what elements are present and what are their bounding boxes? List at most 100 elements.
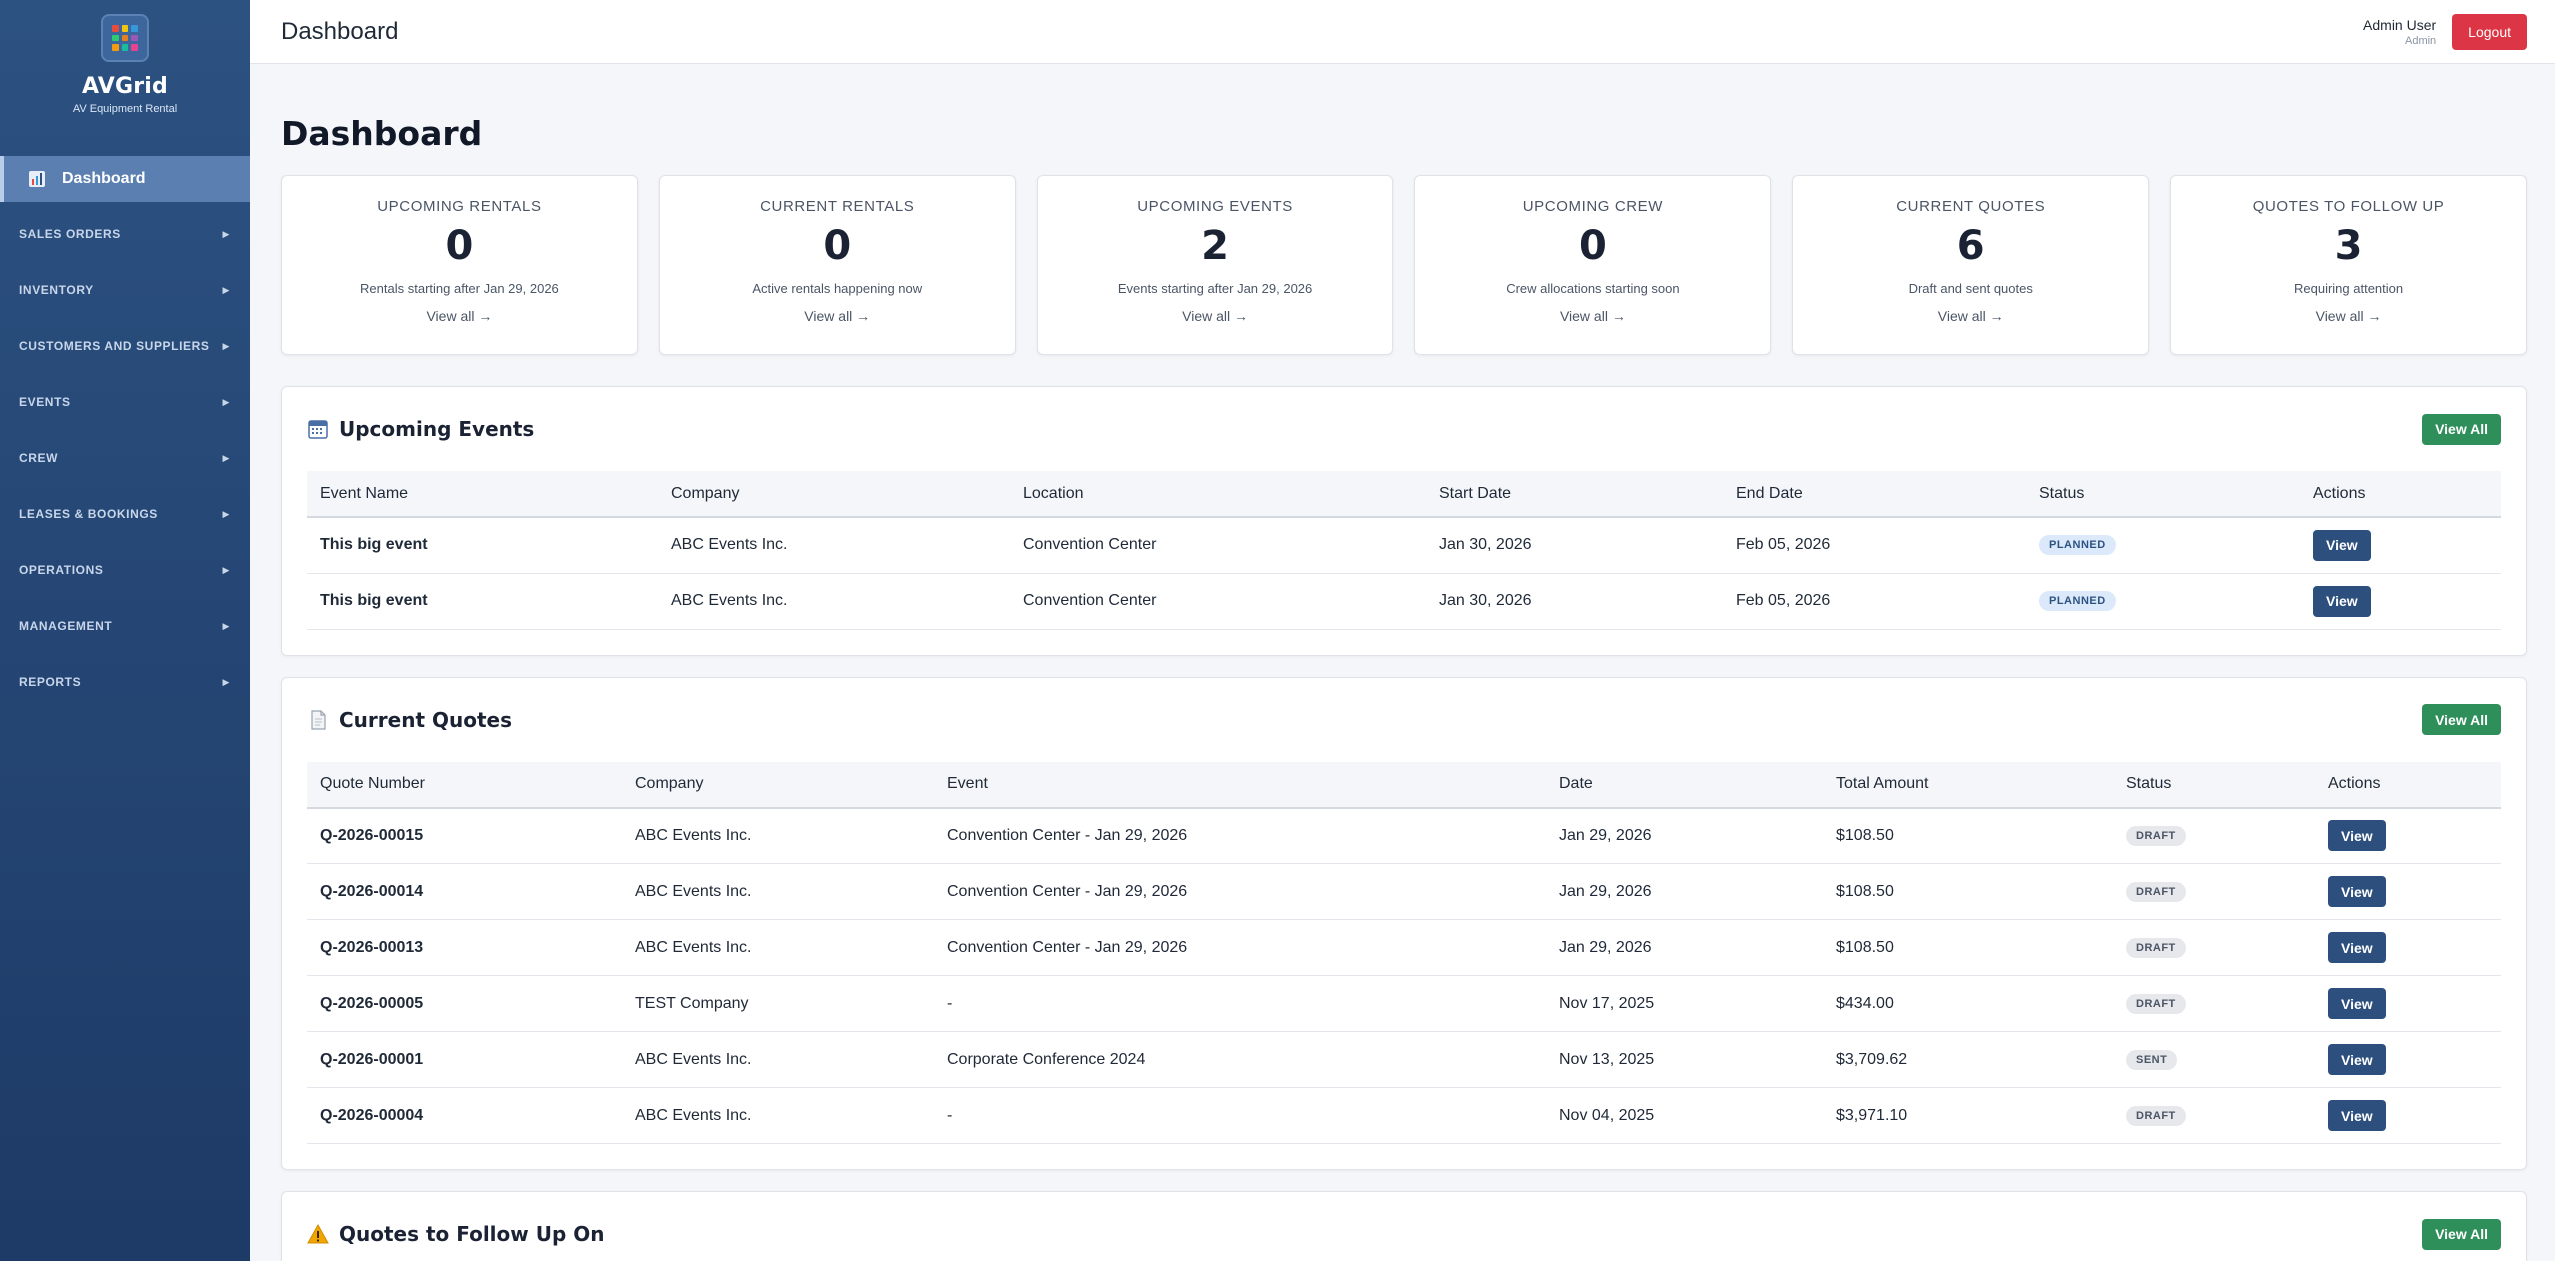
stat-value: 0 (1578, 223, 1607, 269)
event-status: PLANNED (2026, 573, 2300, 630)
table-row: Q-2026-00013 ABC Events Inc. Convention Ce… (307, 919, 2501, 976)
brand-name: AVGrid (82, 74, 168, 99)
status-badge: DRAFT (2126, 937, 2186, 958)
event-end-date: Feb 05, 2026 (1723, 517, 2026, 574)
quote-actions: View (2315, 807, 2501, 864)
panel-title: Upcoming Events (339, 417, 535, 441)
quote-number: Q-2026-00014 (307, 863, 622, 920)
sidebar-item-operations[interactable]: OPERATIONS ▶ (0, 542, 250, 598)
logout-button[interactable]: Logout (2452, 13, 2527, 50)
column-header: Company (658, 471, 1010, 518)
quote-date: Jan 29, 2026 (1546, 863, 1823, 920)
event-name: This big event (307, 573, 658, 630)
column-header: Event Name (307, 471, 658, 518)
stat-card: UPCOMING RENTALS 0 Rentals starting after … (281, 175, 638, 355)
view-event-button[interactable]: View (2313, 529, 2371, 561)
quote-status: DRAFT (2113, 863, 2315, 920)
column-header: Total Amount (1823, 761, 2113, 809)
stat-label: CURRENT RENTALS (760, 198, 915, 215)
stat-card: CURRENT QUOTES 6 Draft and sent quotes View… (1792, 175, 2150, 355)
user-name: Admin User (2363, 16, 2437, 33)
logo-square (121, 44, 129, 51)
caret-right-icon: ▶ (222, 340, 230, 351)
current-quotes-panel: Current Quotes View All Quote Number Comp… (281, 676, 2527, 1170)
sidebar-item-inventory[interactable]: INVENTORY ▶ (0, 262, 250, 318)
quotes-table: Quote Number Company Event Date Total Amount… (307, 761, 2501, 1144)
column-header: Actions (2315, 761, 2501, 809)
stat-view-all-link[interactable]: View all → (1182, 308, 1248, 324)
table-row: Q-2026-00001 ABC Events Inc. Corporate Con… (307, 1031, 2501, 1088)
quote-date: Jan 29, 2026 (1546, 807, 1823, 864)
quote-number: Q-2026-00005 (307, 975, 622, 1032)
sidebar-item-crew[interactable]: CREW ▶ (0, 430, 250, 486)
view-quote-button[interactable]: View (2328, 1044, 2386, 1075)
sidebar-item-label: CUSTOMERS AND SUPPLIERS (19, 339, 210, 353)
topbar: Dashboard Admin User Admin Logout (250, 0, 2555, 64)
stat-card: CURRENT RENTALS 0 Active rentals happening… (658, 175, 1016, 355)
sidebar-item-label: SALES ORDERS (19, 227, 121, 241)
sidebar-item-label: OPERATIONS (19, 563, 104, 577)
status-badge: SENT (2126, 1049, 2178, 1070)
status-badge: DRAFT (2126, 1105, 2186, 1126)
event-start-date: Jan 30, 2026 (1426, 517, 1723, 574)
stat-value: 0 (445, 223, 474, 269)
caret-right-icon: ▶ (222, 676, 230, 687)
panel-title: Current Quotes (339, 707, 512, 732)
view-event-button[interactable]: View (2313, 585, 2371, 617)
stat-view-all-link[interactable]: View all → (804, 308, 870, 324)
stats-row: UPCOMING RENTALS 0 Rentals starting after … (281, 175, 2527, 355)
event-location: Convention Center (1010, 517, 1426, 574)
user-role: Admin (2404, 34, 2437, 47)
event-status: PLANNED (2026, 517, 2300, 574)
quote-company: ABC Events Inc. (622, 1031, 934, 1088)
events-table: Event Name Company Location Start Date End D… (307, 471, 2501, 630)
stat-value: 6 (1956, 223, 1985, 269)
sidebar-item-customers-and-suppliers[interactable]: CUSTOMERS AND SUPPLIERS ▶ (0, 318, 250, 374)
stat-view-all-link[interactable]: View all → (1560, 308, 1626, 324)
sidebar-item-reports[interactable]: REPORTS ▶ (0, 654, 250, 710)
quote-actions: View (2315, 863, 2501, 920)
view-quote-button[interactable]: View (2328, 932, 2386, 963)
stat-view-all-link[interactable]: View all → (1938, 308, 2004, 324)
quote-date: Nov 13, 2025 (1546, 1031, 1823, 1088)
quote-company: TEST Company (622, 975, 934, 1032)
page-title: Dashboard (281, 114, 483, 153)
follow-up-view-all-button[interactable]: View All (2422, 1218, 2501, 1250)
quotes-view-all-button[interactable]: View All (2422, 704, 2501, 735)
column-header: Start Date (1426, 471, 1723, 518)
status-badge: DRAFT (2126, 881, 2186, 902)
caret-right-icon: ▶ (222, 284, 230, 295)
user-block: Admin User Admin Logout (2363, 13, 2527, 50)
status-badge: PLANNED (2039, 535, 2116, 556)
view-quote-button[interactable]: View (2328, 876, 2386, 907)
stat-view-all-link[interactable]: View all → (2316, 308, 2382, 324)
quote-total: $3,971.10 (1823, 1087, 2113, 1144)
column-header: Status (2113, 761, 2315, 809)
stat-label: QUOTES TO FOLLOW UP (2252, 198, 2445, 215)
chart-icon (29, 171, 45, 187)
stat-card: QUOTES TO FOLLOW UP 3 Requiring attention V… (2170, 175, 2527, 355)
view-quote-button[interactable]: View (2328, 1100, 2386, 1131)
events-view-all-button[interactable]: View All (2422, 413, 2501, 445)
event-name: This big event (307, 517, 658, 574)
status-badge: PLANNED (2039, 591, 2116, 611)
view-quote-button[interactable]: View (2328, 988, 2386, 1019)
sidebar-item-events[interactable]: EVENTS ▶ (0, 374, 250, 430)
sidebar-item-leases-bookings[interactable]: LEASES & BOOKINGS ▶ (0, 486, 250, 542)
sidebar-item-management[interactable]: MANAGEMENT ▶ (0, 598, 250, 654)
sidebar: AVGrid AV Equipment Rental Dashboard SAL… (0, 0, 250, 1261)
column-header: Company (622, 761, 934, 809)
view-quote-button[interactable]: View (2328, 820, 2386, 852)
sidebar-item-dashboard[interactable]: Dashboard (0, 156, 250, 202)
stat-card: UPCOMING EVENTS 2 Events starting after Ja… (1036, 175, 1394, 355)
quote-actions: View (2315, 919, 2501, 976)
event-actions: View (2300, 573, 2501, 630)
column-header: Location (1010, 471, 1426, 518)
sidebar-item-sales-orders[interactable]: SALES ORDERS ▶ (0, 206, 250, 262)
status-badge: DRAFT (2126, 993, 2186, 1014)
logo-square (131, 44, 138, 51)
quote-total: $108.50 (1823, 807, 2113, 864)
quote-status: DRAFT (2113, 975, 2315, 1032)
stat-view-all-link[interactable]: View all → (426, 308, 492, 324)
status-badge: DRAFT (2126, 825, 2186, 846)
